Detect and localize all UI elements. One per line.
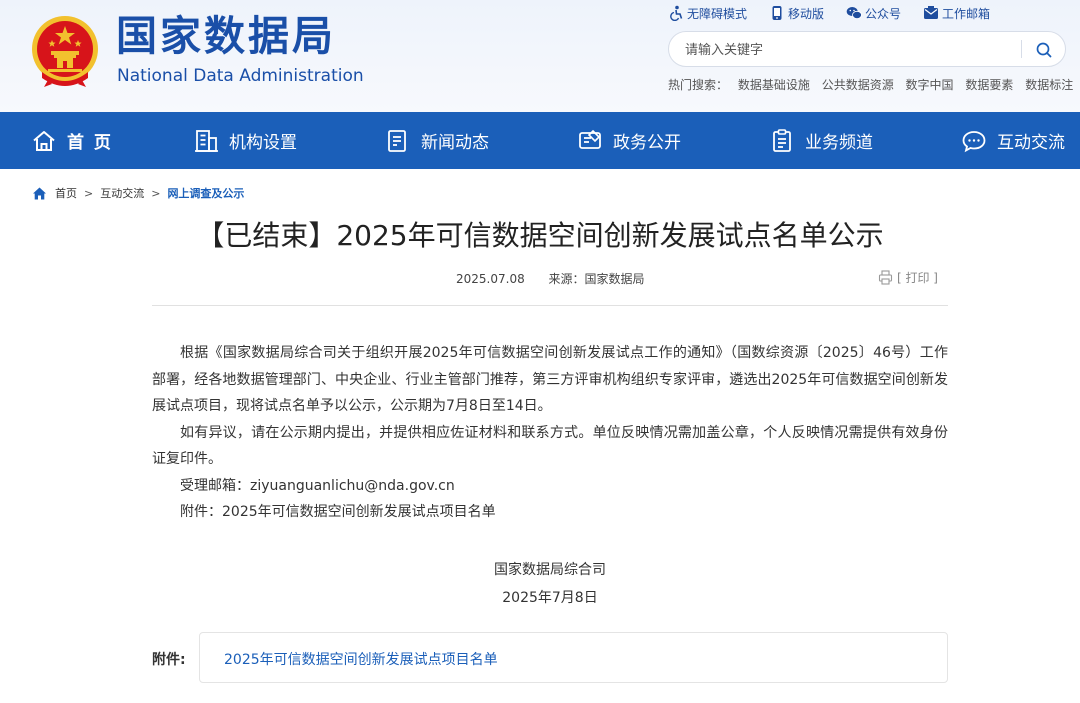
site-header: 国家数据局 National Data Administration 无障碍模式… xyxy=(0,0,1080,112)
contact-email: 受理邮箱：ziyuanguanlichu@nda.gov.cn xyxy=(180,477,455,494)
breadcrumb-current[interactable]: 网上调查及公示 xyxy=(167,185,244,201)
breadcrumb-home[interactable]: 首页 xyxy=(55,185,77,201)
hot-search-item[interactable]: 数据标注 xyxy=(1025,78,1073,92)
article-meta: 2025.07.08 来源：国家数据局 xyxy=(456,270,645,287)
printer-icon xyxy=(878,270,893,285)
title-divider xyxy=(152,305,948,306)
document-icon xyxy=(388,129,406,152)
nav-item-label: 首 页 xyxy=(67,133,113,153)
signature-org: 国家数据局综合司 xyxy=(494,562,606,578)
national-emblem-icon[interactable] xyxy=(30,14,100,88)
nav-item-news[interactable]: 新闻动态 xyxy=(385,112,489,169)
search-input[interactable] xyxy=(683,39,1017,61)
breadcrumb-separator: > xyxy=(151,186,161,200)
search-box xyxy=(668,31,1066,67)
breadcrumb-interaction[interactable]: 互动交流 xyxy=(100,185,144,201)
utility-links: 无障碍模式 移动版 公众号 工作邮箱 xyxy=(668,4,990,22)
hot-search-item[interactable]: 数字中国 xyxy=(906,78,954,92)
mobile-version-label: 移动版 xyxy=(788,6,825,21)
mobile-version-link[interactable]: 移动版 xyxy=(769,4,824,22)
signature: 国家数据局综合司 2025年7月8日 xyxy=(0,556,1080,612)
official-account-link[interactable]: 公众号 xyxy=(846,4,901,22)
nav-item-label: 新闻动态 xyxy=(421,133,489,153)
nav-item-organization[interactable]: 机构设置 xyxy=(193,112,297,169)
official-account-label: 公众号 xyxy=(865,6,902,21)
article-body: 根据《国家数据局综合司关于组织开展2025年可信数据空间创新发展试点工作的通知》… xyxy=(152,340,948,526)
accessibility-icon xyxy=(670,5,683,21)
nav-item-government-affairs[interactable]: 政务公开 xyxy=(577,112,681,169)
attachment-label: 附件: xyxy=(152,652,186,668)
nav-item-label: 互动交流 xyxy=(997,133,1065,153)
breadcrumb-separator: > xyxy=(84,186,94,200)
mobile-icon xyxy=(772,6,782,20)
signature-date: 2025年7月8日 xyxy=(502,590,598,606)
wechat-icon xyxy=(846,7,862,20)
hot-search-item[interactable]: 公共数据资源 xyxy=(822,78,894,92)
site-title[interactable]: 国家数据局 xyxy=(116,16,336,57)
main-nav: 首 页 机构设置 新闻动态 政务公开 业务频道 互动交流 xyxy=(0,112,1080,169)
home-icon xyxy=(33,187,46,199)
nav-item-label: 机构设置 xyxy=(229,133,297,153)
attachment-note: 附件：2025年可信数据空间创新发展试点项目名单 xyxy=(180,504,496,520)
print-label: [ 打印 ] xyxy=(897,271,938,285)
site-subtitle: National Data Administration xyxy=(117,66,364,86)
paragraph: 根据《国家数据局综合司关于组织开展2025年可信数据空间创新发展试点工作的通知》… xyxy=(152,345,948,414)
nav-item-business-channel[interactable]: 业务频道 xyxy=(769,112,873,169)
clipboard-icon xyxy=(773,128,791,152)
hot-search-label: 热门搜索： xyxy=(668,78,729,92)
home-icon xyxy=(33,130,55,151)
paragraph: 如有异议，请在公示期内提出，并提供相应佐证材料和联系方式。单位反映情况需加盖公章… xyxy=(152,424,948,468)
article-title: 【已结束】2025年可信数据空间创新发展试点名单公示 xyxy=(196,219,884,252)
chat-bubble-icon xyxy=(962,130,986,152)
building-icon xyxy=(195,129,218,152)
article-source: 来源：国家数据局 xyxy=(548,272,645,286)
search-icon[interactable] xyxy=(1033,39,1055,61)
print-button[interactable]: [ 打印 ] xyxy=(878,269,938,286)
nav-item-interaction[interactable]: 互动交流 xyxy=(961,112,1065,169)
publish-date: 2025.07.08 xyxy=(456,272,525,286)
mail-icon xyxy=(924,6,939,19)
nav-item-label: 业务频道 xyxy=(805,133,873,153)
hot-search-item[interactable]: 数据基础设施 xyxy=(738,78,810,92)
hot-search: 热门搜索： 数据基础设施 公共数据资源 数字中国 数据要素 数据标注 xyxy=(668,76,1080,93)
attachment-box: 2025年可信数据空间创新发展试点项目名单 xyxy=(199,632,948,683)
hot-search-item[interactable]: 数据要素 xyxy=(965,78,1013,92)
search-divider xyxy=(1021,40,1022,58)
work-email-link[interactable]: 工作邮箱 xyxy=(923,4,990,22)
accessibility-mode-label: 无障碍模式 xyxy=(687,6,748,21)
nav-item-label: 政务公开 xyxy=(613,133,681,153)
work-email-label: 工作邮箱 xyxy=(942,6,991,21)
breadcrumb: 首页 > 互动交流 > 网上调查及公示 xyxy=(32,185,244,201)
nav-item-home[interactable]: 首 页 xyxy=(31,112,113,169)
accessibility-mode-link[interactable]: 无障碍模式 xyxy=(668,4,747,22)
stamp-icon xyxy=(579,129,601,149)
attachment-link[interactable]: 2025年可信数据空间创新发展试点项目名单 xyxy=(224,649,498,669)
